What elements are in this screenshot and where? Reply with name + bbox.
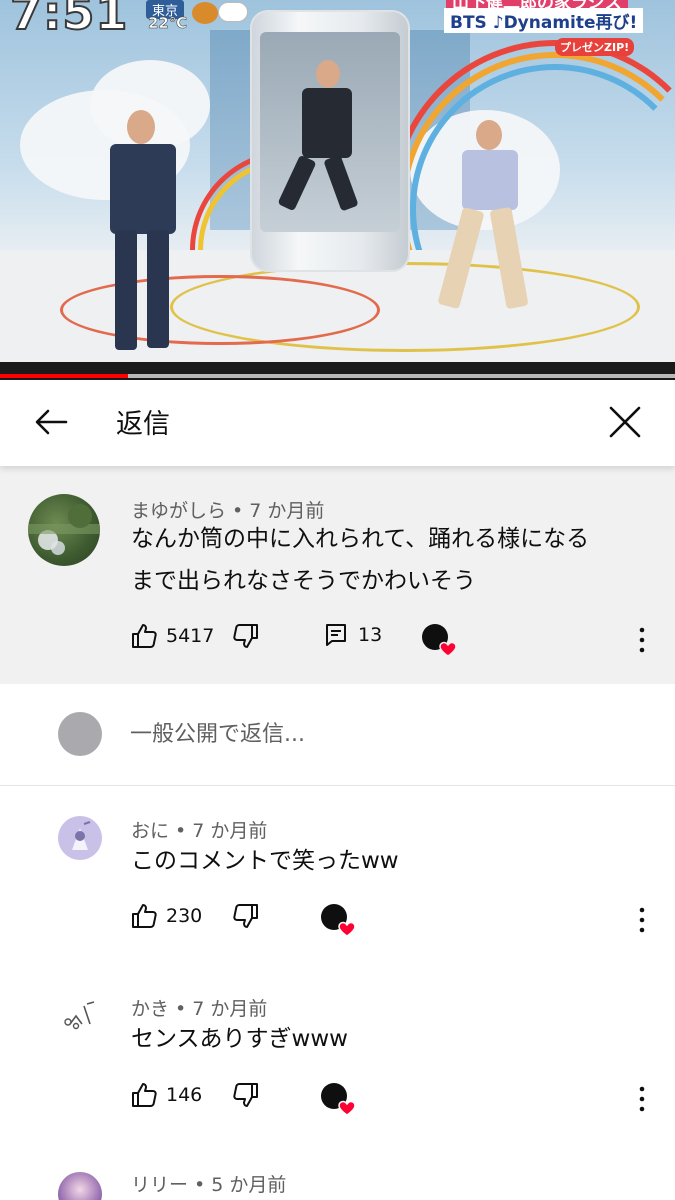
video-progress-fill <box>0 374 129 378</box>
close-icon <box>609 406 641 438</box>
like-count: 230 <box>166 905 203 927</box>
dislike-button[interactable] <box>232 622 260 650</box>
broadcast-clock: 7:51 <box>9 0 129 41</box>
comment-text: このコメントで笑ったww <box>131 848 399 874</box>
more-vert-icon <box>639 1086 645 1112</box>
avatar[interactable] <box>28 494 100 566</box>
reply-composer <box>0 684 675 786</box>
more-options-button[interactable] <box>632 902 652 938</box>
parent-comment: まゆがしら • 7 か月前 なんか筒の中に入れられて、踊れる様になる まで出られ… <box>0 466 675 684</box>
user-avatar <box>58 712 102 756</box>
thumbs-up-icon <box>132 904 157 928</box>
presenter-leg <box>115 230 137 350</box>
thumbs-down-icon <box>233 904 258 928</box>
avatar[interactable] <box>58 1172 102 1200</box>
close-button[interactable] <box>603 400 647 444</box>
presenter-body <box>462 150 518 210</box>
avatar-image <box>64 1001 95 1030</box>
more-vert-icon <box>639 627 645 653</box>
avatar-image <box>28 504 100 555</box>
sun-icon <box>192 2 218 24</box>
comment-actions: 230 <box>0 902 675 938</box>
comment-meta: リリー • 5 か月前 <box>131 1174 287 1196</box>
creator-heart-icon <box>321 904 356 937</box>
avatar[interactable] <box>58 994 102 1038</box>
comment-meta: かき • 7 か月前 <box>131 998 268 1020</box>
like-button[interactable]: 5417 <box>130 622 214 650</box>
comment-text: センスありすぎwww <box>131 1026 348 1052</box>
reply-input[interactable] <box>130 714 630 754</box>
comment-actions: 146 <box>0 1081 675 1117</box>
reply-item: リリー • 5 か月前 <box>0 1142 675 1200</box>
comment-text-line: なんか筒の中に入れられて、踊れる様になる <box>131 526 590 552</box>
video-frame: 7:51 東京 22℃ 山下健二郎の家ラジス BTS ♪Dynamite再び! … <box>0 0 675 370</box>
video-progress-bar[interactable] <box>0 374 675 378</box>
replies-count-button[interactable]: 13 <box>324 622 382 648</box>
broadcast-caption: 山下健二郎の家ラジス BTS ♪Dynamite再び! <box>440 0 675 40</box>
presenter-body <box>110 144 176 234</box>
creator-heart-icon <box>422 624 457 657</box>
video-player[interactable]: 7:51 東京 22℃ 山下健二郎の家ラジス BTS ♪Dynamite再び! … <box>0 0 675 380</box>
dislike-button[interactable] <box>232 1081 260 1109</box>
like-count: 146 <box>166 1084 203 1106</box>
page-title: 返信 <box>116 409 170 440</box>
caption-tag: プレゼンZIP! <box>555 38 635 56</box>
broadcast-temperature: 22℃ <box>148 14 188 33</box>
replies-header: 返信 <box>0 380 675 466</box>
like-button[interactable]: 146 <box>130 1081 202 1109</box>
like-count: 5417 <box>166 625 215 647</box>
thumbs-down-icon <box>233 624 258 648</box>
comment-actions: 5417 13 <box>0 622 675 658</box>
more-options-button[interactable] <box>632 1081 652 1117</box>
thumbs-up-icon <box>132 1083 157 1107</box>
back-button[interactable] <box>30 400 74 444</box>
presenter-leg <box>147 230 169 348</box>
reply-count: 13 <box>358 624 383 646</box>
more-vert-icon <box>639 907 645 933</box>
avatar[interactable] <box>58 816 102 860</box>
caption-bottom: BTS ♪Dynamite再び! <box>444 8 644 33</box>
comment-meta: おに • 7 か月前 <box>131 820 268 842</box>
floor-ring <box>60 275 380 345</box>
reply-item: かき • 7 か月前 センスありすぎwww 146 <box>0 964 675 1142</box>
arrow-left-icon <box>35 409 68 435</box>
creator-heart <box>420 622 457 658</box>
dislike-button[interactable] <box>232 902 260 930</box>
avatar-image <box>72 821 91 850</box>
like-button[interactable]: 230 <box>130 902 202 930</box>
presenter-head <box>127 110 155 144</box>
reply-item: おに • 7 か月前 このコメントで笑ったww 230 <box>0 786 675 964</box>
comment-text-line: まで出られなさそうでかわいそう <box>131 568 476 594</box>
thumbs-down-icon <box>233 1083 258 1107</box>
presenter-head <box>316 60 340 88</box>
comment-icon <box>326 624 346 646</box>
creator-heart <box>319 1081 356 1117</box>
cloud-icon <box>218 2 248 22</box>
thumbs-up-icon <box>132 624 157 648</box>
creator-heart-icon <box>321 1083 356 1116</box>
more-options-button[interactable] <box>632 622 652 658</box>
presenter-head <box>476 120 502 150</box>
presenter-body <box>302 88 352 158</box>
creator-heart <box>319 902 356 938</box>
